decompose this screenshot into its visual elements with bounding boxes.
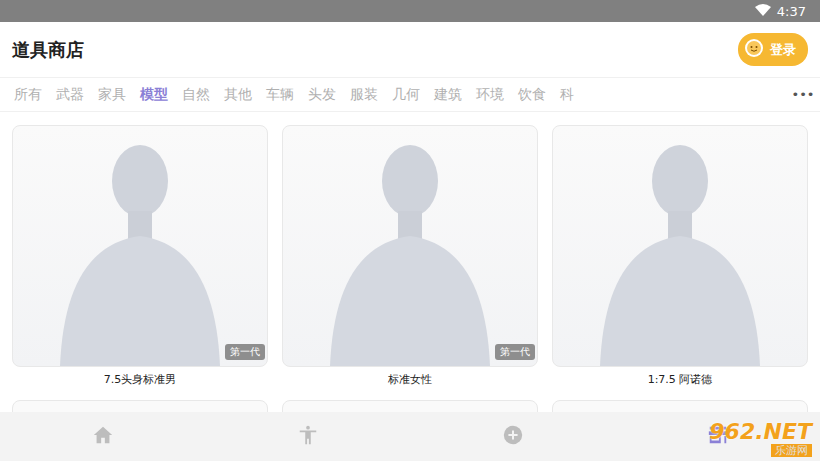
bottom-nav <box>0 412 820 461</box>
login-label: 登录 <box>770 41 796 59</box>
category-tab[interactable]: 几何 <box>392 86 420 104</box>
model-name: 7.5头身标准男 <box>12 367 268 393</box>
model-name: 标准女性 <box>282 367 538 393</box>
model-card[interactable]: 第一代 <box>282 125 538 367</box>
wifi-icon <box>755 4 771 19</box>
status-bar: 4:37 <box>0 0 820 22</box>
watermark: 962.NET乐游网 <box>709 421 812 457</box>
category-tab[interactable]: 头发 <box>308 86 336 104</box>
category-tab[interactable]: 模型 <box>140 86 168 104</box>
clock: 4:37 <box>777 4 806 19</box>
category-tab[interactable]: 家具 <box>98 86 126 104</box>
model-card[interactable] <box>12 400 268 412</box>
category-tab[interactable]: 武器 <box>56 86 84 104</box>
add-icon <box>502 424 524 450</box>
model-card[interactable]: 第一代 <box>12 125 268 367</box>
home-icon <box>92 424 114 450</box>
tab-list: 所有武器家具模型自然其他车辆头发服装几何建筑环境饮食科 <box>14 86 786 104</box>
model-item[interactable]: 1:7.5 阿诺德 <box>552 125 808 393</box>
category-tab[interactable]: 其他 <box>224 86 252 104</box>
category-tab[interactable]: 科 <box>560 86 574 104</box>
model-name: 1:7.5 阿诺德 <box>552 367 808 393</box>
login-button[interactable]: 登录 <box>738 33 808 66</box>
generation-badge: 第一代 <box>225 344 265 360</box>
model-card[interactable] <box>282 400 538 412</box>
more-button[interactable]: ••• <box>786 87 820 102</box>
model-item[interactable]: 第一代标准女性 <box>282 125 538 393</box>
nav-item[interactable] <box>410 412 615 461</box>
category-tab[interactable]: 服装 <box>350 86 378 104</box>
page-title: 道具商店 <box>12 38 84 62</box>
category-tab[interactable]: 车辆 <box>266 86 294 104</box>
header: 道具商店 登录 <box>0 22 820 78</box>
model-grid: 第一代7.5头身标准男第一代标准女性1:7.5 阿诺德 <box>12 125 808 412</box>
category-tab[interactable]: 饮食 <box>518 86 546 104</box>
category-tab[interactable]: 自然 <box>182 86 210 104</box>
pose-icon <box>297 424 319 450</box>
avatar-icon <box>744 38 764 61</box>
model-card[interactable] <box>552 400 808 412</box>
category-tab[interactable]: 环境 <box>476 86 504 104</box>
nav-item[interactable] <box>205 412 410 461</box>
model-list: 第一代7.5头身标准男第一代标准女性1:7.5 阿诺德 <box>0 112 820 412</box>
model-card[interactable] <box>552 125 808 367</box>
nav-item[interactable] <box>0 412 205 461</box>
category-tabs: 所有武器家具模型自然其他车辆头发服装几何建筑环境饮食科••• <box>0 78 820 112</box>
generation-badge: 第一代 <box>495 344 535 360</box>
watermark-subtext: 乐游网 <box>771 444 812 457</box>
watermark-text: 962.NET <box>709 421 812 443</box>
category-tab[interactable]: 所有 <box>14 86 42 104</box>
model-item[interactable]: 第一代 7.5头身标准男 <box>12 125 268 393</box>
category-tab[interactable]: 建筑 <box>434 86 462 104</box>
